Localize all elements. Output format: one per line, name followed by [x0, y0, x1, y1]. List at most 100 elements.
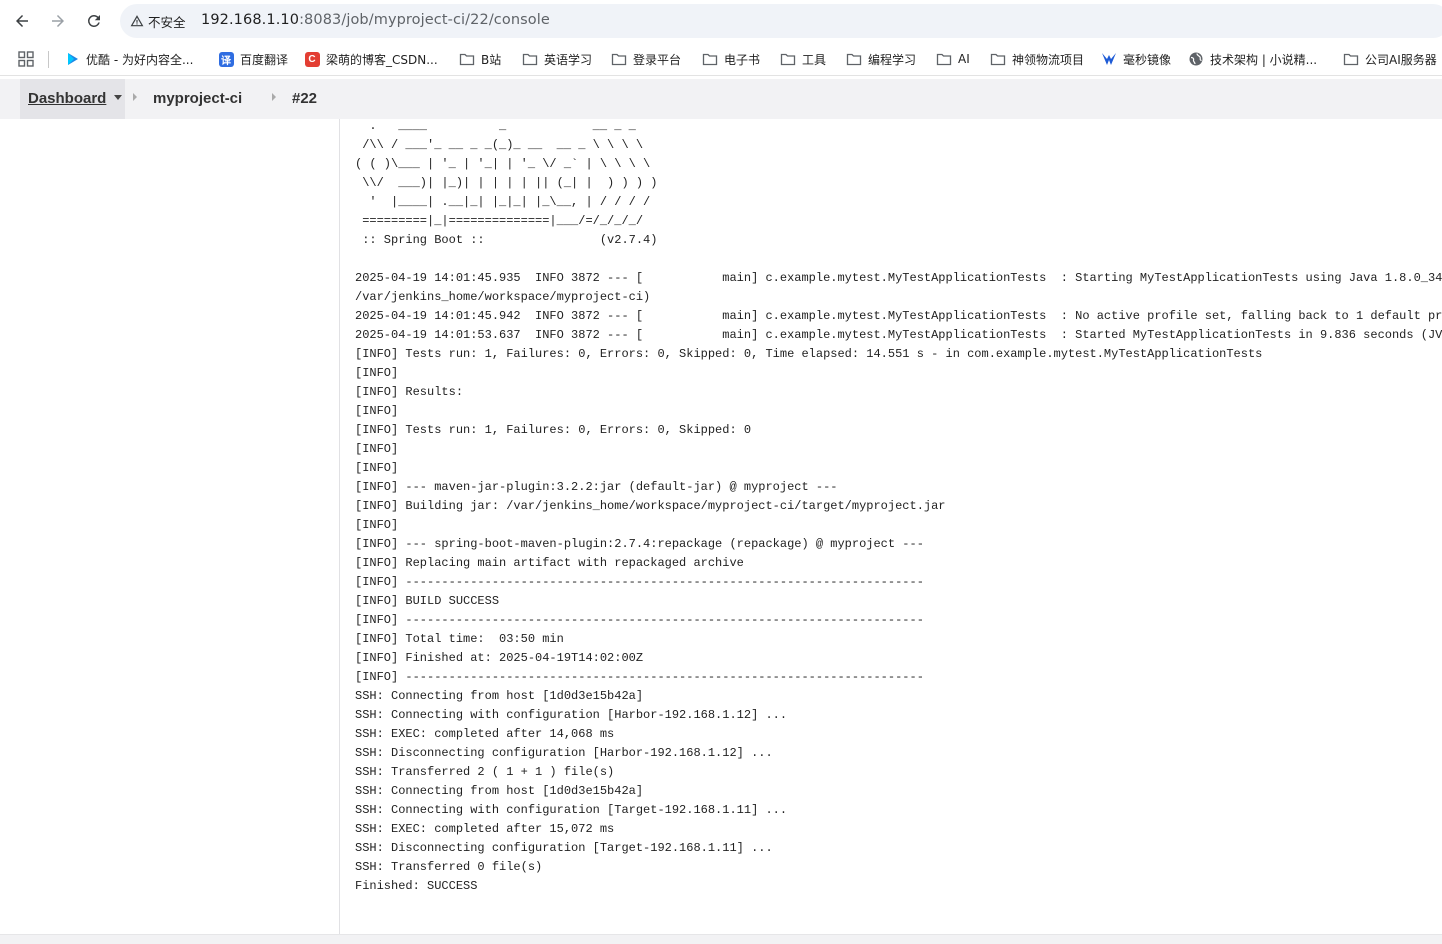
- console-line: /\\ / ___'_ __ _ _(_)_ __ __ _ \ \ \ \: [355, 138, 644, 152]
- bookmark-mirror[interactable]: 毫秒镜像: [1101, 50, 1171, 68]
- warning-icon: [130, 15, 144, 27]
- chevron-right-icon: [272, 93, 276, 101]
- bookmark-folder-bilibili[interactable]: B站: [459, 50, 501, 68]
- bookmark-folder-ai-server[interactable]: 公司AI服务器: [1343, 50, 1437, 68]
- bookmark-label: AI: [958, 52, 970, 66]
- console-line: SSH: Connecting from host [1d0d3e15b42a]: [355, 689, 644, 703]
- console-line: SSH: EXEC: completed after 15,072 ms: [355, 822, 615, 836]
- console-line: SSH: Connecting with configuration [Targ…: [355, 803, 788, 817]
- console-line: SSH: Transferred 0 file(s): [355, 860, 543, 874]
- page-footer-strip: [0, 934, 1442, 944]
- security-label: 不安全: [148, 14, 186, 30]
- console-line: 2025-04-19 14:01:45.935 INFO 3872 --- [ …: [355, 271, 1442, 285]
- bookmark-folder-programming[interactable]: 编程学习: [846, 50, 916, 68]
- reload-button[interactable]: [81, 8, 107, 34]
- folder-icon: [846, 51, 862, 67]
- bookmark-label: 优酷 - 为好内容全...: [86, 52, 194, 67]
- url-text[interactable]: 192.168.1.10:8083/job/myproject-ci/22/co…: [201, 12, 550, 28]
- folder-icon: [611, 51, 627, 67]
- chevron-down-icon[interactable]: [114, 95, 122, 100]
- console-line: \\/ ___)| |_)| | | | | || (_| | ) ) ) ): [355, 176, 658, 190]
- jenkins-breadcrumb-bar: Dashboard myproject-ci #22: [0, 79, 1442, 119]
- bookmark-label: 英语学习: [544, 52, 593, 67]
- console-line: [INFO] Building jar: /var/jenkins_home/w…: [355, 499, 946, 513]
- url-host: 192.168.1.10: [201, 12, 300, 28]
- bookmark-label: 工具: [802, 52, 827, 67]
- bookmark-folder-tools[interactable]: 工具: [780, 50, 826, 68]
- console-line: SSH: EXEC: completed after 14,068 ms: [355, 727, 615, 741]
- folder-icon: [702, 51, 718, 67]
- console-line: [INFO] Results:: [355, 385, 464, 399]
- console-line: [INFO] Replacing main artifact with repa…: [355, 556, 744, 570]
- arrow-right-icon: [52, 15, 64, 27]
- console-line: Finished: SUCCESS: [355, 879, 478, 893]
- bookmark-csdn[interactable]: C 梁萌的博客_CSDN...: [304, 50, 438, 68]
- bookmark-label: B站: [481, 52, 502, 67]
- console-line: [INFO] Tests run: 1, Failures: 0, Errors…: [355, 347, 1263, 361]
- arrow-left-icon: [16, 15, 28, 27]
- chevron-right-icon: [133, 93, 137, 101]
- bookmark-youku[interactable]: 优酷 - 为好内容全...: [64, 50, 193, 68]
- console-line: [INFO] --- spring-boot-maven-plugin:2.7.…: [355, 537, 924, 551]
- console-line: [INFO]: [355, 461, 399, 475]
- folder-icon: [990, 51, 1006, 67]
- console-line: [INFO] ---------------------------------…: [355, 670, 924, 684]
- console-line: [INFO] ---------------------------------…: [355, 575, 924, 589]
- bookmark-folder-logistics[interactable]: 神领物流项目: [990, 50, 1084, 68]
- bookmark-folder-english[interactable]: 英语学习: [522, 50, 592, 68]
- console-line: SSH: Connecting from host [1d0d3e15b42a]: [355, 784, 644, 798]
- apps-grid-icon[interactable]: [18, 51, 34, 67]
- globe-icon: [1188, 51, 1204, 67]
- console-line: [INFO] Finished at: 2025-04-19T14:02:00Z: [355, 651, 644, 665]
- console-line: [INFO]: [355, 442, 399, 456]
- console-line: [INFO] BUILD SUCCESS: [355, 594, 500, 608]
- bookmark-label: 技术架构 | 小说精...: [1210, 52, 1318, 67]
- breadcrumb-job[interactable]: myproject-ci: [153, 90, 242, 107]
- bookmark-label: 百度翻译: [240, 52, 289, 67]
- breadcrumb-dashboard[interactable]: Dashboard: [28, 90, 106, 107]
- console-line: [INFO]: [355, 404, 399, 418]
- console-line: SSH: Disconnecting configuration [Harbor…: [355, 746, 773, 760]
- youku-icon: [64, 51, 80, 67]
- bookmark-baidu-translate[interactable]: 译 百度翻译: [218, 50, 288, 68]
- console-line: [INFO]: [355, 518, 399, 532]
- address-bar[interactable]: 不安全 192.168.1.10:8083/job/myproject-ci/2…: [120, 4, 1442, 38]
- console-line: ( ( )\___ | '_ | '_| | '_ \/ _` | \ \ \ …: [355, 157, 651, 171]
- bookmark-separator: [48, 51, 49, 68]
- console-output: . ____ _ __ _ _ /\\ / ___'_ __ _ _(_)_ _…: [355, 117, 1442, 907]
- sidebar-divider: [339, 119, 340, 934]
- folder-icon: [936, 51, 952, 67]
- folder-icon: [1343, 51, 1359, 67]
- breadcrumb-build[interactable]: #22: [292, 90, 317, 107]
- bookmark-tech-arch[interactable]: 技术架构 | 小说精...: [1188, 50, 1317, 68]
- security-chip[interactable]: 不安全: [130, 11, 186, 31]
- csdn-icon: C: [304, 51, 320, 67]
- console-line: ' |____| .__|_| |_|_| |_\__, | / / / /: [355, 195, 651, 209]
- bookmark-label: 神领物流项目: [1012, 52, 1085, 67]
- bookmark-label: 毫秒镜像: [1123, 52, 1172, 67]
- forward-button[interactable]: [45, 8, 71, 34]
- bookmark-label: 编程学习: [868, 52, 917, 67]
- console-line: SSH: Connecting with configuration [Harb…: [355, 708, 788, 722]
- console-line: [INFO] --- maven-jar-plugin:3.2.2:jar (d…: [355, 480, 838, 494]
- bookmark-folder-ai[interactable]: AI: [936, 50, 970, 68]
- console-line: 2025-04-19 14:01:53.637 INFO 3872 --- [ …: [355, 328, 1442, 342]
- browser-toolbar: 不安全 192.168.1.10:8083/job/myproject-ci/2…: [0, 0, 1442, 42]
- bookmark-label: 登录平台: [633, 52, 682, 67]
- back-button[interactable]: [9, 8, 35, 34]
- console-line: [INFO] Tests run: 1, Failures: 0, Errors…: [355, 423, 752, 437]
- console-line: SSH: Disconnecting configuration [Target…: [355, 841, 773, 855]
- console-line: /var/jenkins_home/workspace/myproject-ci…: [355, 290, 651, 304]
- console-line: [INFO] ---------------------------------…: [355, 613, 924, 627]
- reload-icon: [87, 14, 100, 27]
- bookmark-folder-login[interactable]: 登录平台: [611, 50, 681, 68]
- folder-icon: [459, 51, 475, 67]
- url-path: :8083/job/myproject-ci/22/console: [299, 12, 550, 28]
- bookmark-folder-ebooks[interactable]: 电子书: [702, 50, 760, 68]
- bookmark-label: 梁萌的博客_CSDN...: [326, 52, 438, 67]
- console-line: :: Spring Boot :: (v2.7.4): [355, 233, 658, 247]
- folder-icon: [780, 51, 796, 67]
- mirror-icon: [1101, 51, 1117, 67]
- bookmarks-bar: 优酷 - 为好内容全... 译 百度翻译 C 梁萌的博客_CSDN... B站 …: [0, 42, 1442, 76]
